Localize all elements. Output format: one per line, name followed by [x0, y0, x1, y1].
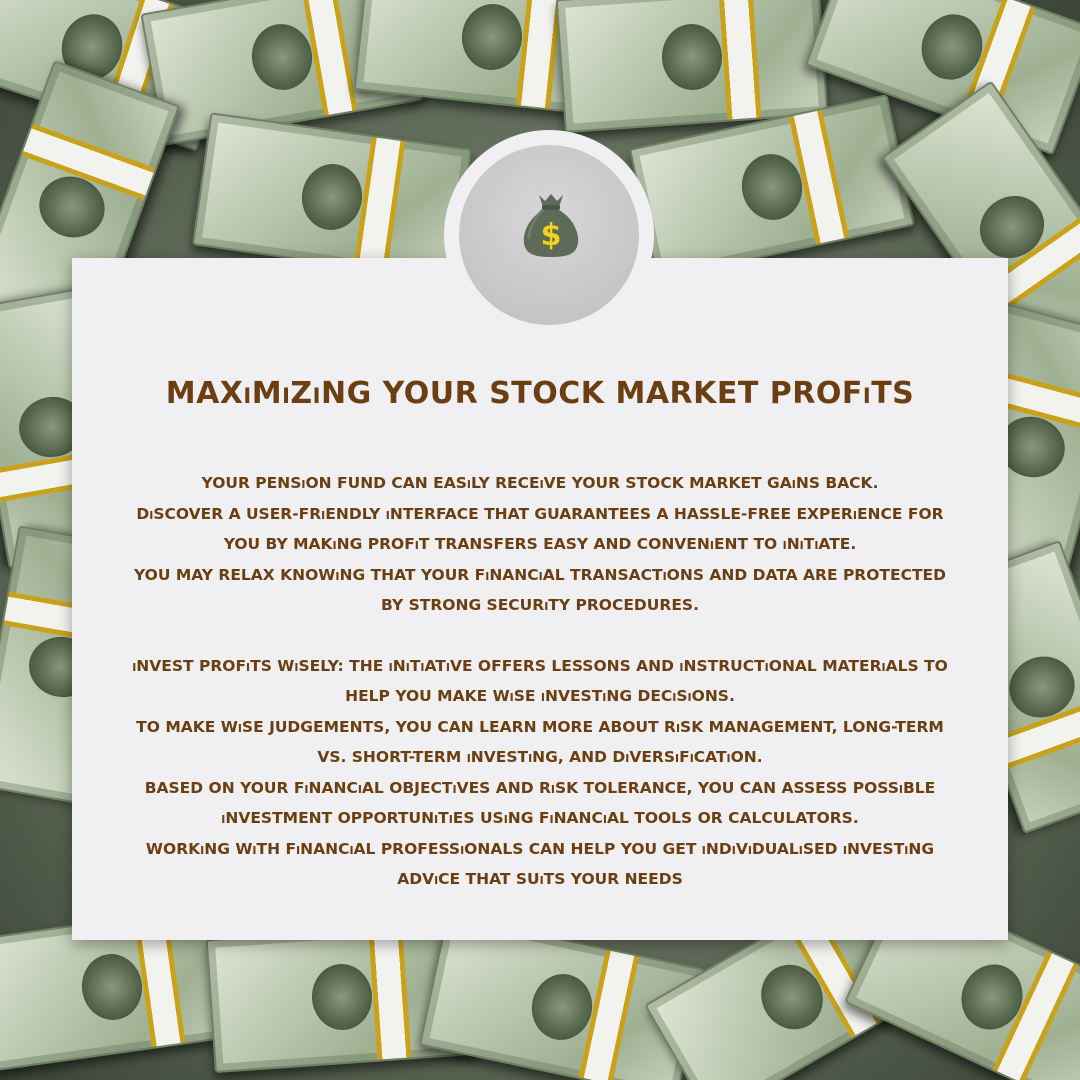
icon-medallion-inner: $ [459, 145, 639, 325]
body-paragraph: YOU MAY RELAX KNOWiNG THAT YOUR FiNANCiA… [134, 565, 946, 615]
body-paragraph: BASED ON YOUR FiNANCiAL OBJECTiVES AND R… [144, 778, 936, 828]
body-paragraph: DiSCOVER A USER-FRiENDLY iNTERFACE THAT … [136, 504, 944, 554]
body-paragraph: WORKiNG WiTH FiNANCiAL PROFESSiONALS CAN… [145, 839, 935, 889]
body-paragraph: TO MAKE WiSE JUDGEMENTS, YOU CAN LEARN M… [136, 717, 944, 767]
banknote-stack [555, 0, 829, 134]
page-title: MAXiMiZiNG YOUR STOCK MARKET PROFiTS [165, 376, 915, 411]
icon-medallion: $ [444, 130, 654, 340]
body-text: YOUR PENSiON FUND CAN EASiLY RECEiVE YOU… [130, 468, 950, 895]
svg-text:$: $ [541, 218, 562, 253]
body-paragraph: YOUR PENSiON FUND CAN EASiLY RECEiVE YOU… [201, 474, 879, 492]
money-bag-icon: $ [523, 194, 579, 257]
banknote-stack [191, 112, 473, 282]
body-paragraph: iNVEST PROFiTS WiSELY: THE iNiTiATiVE OF… [132, 656, 948, 706]
